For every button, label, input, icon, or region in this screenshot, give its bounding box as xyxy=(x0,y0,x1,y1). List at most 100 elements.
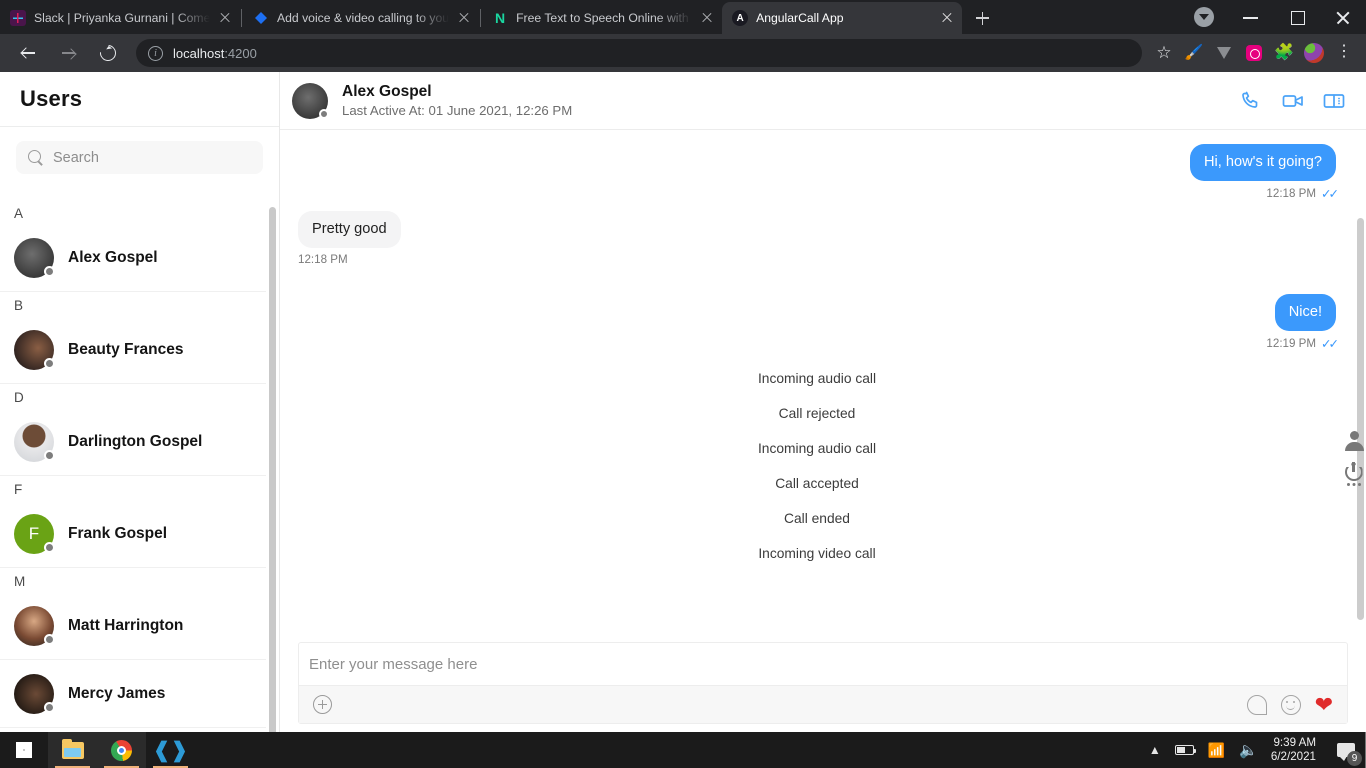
message-list[interactable]: Hi, how's it going? 12:18 PM ✓✓ Pretty g… xyxy=(280,130,1366,642)
person-icon[interactable] xyxy=(1343,430,1365,452)
sidebar-header: Users xyxy=(0,72,279,127)
chrome-menu-icon[interactable]: ⋮ xyxy=(1330,39,1358,67)
message-meta: 12:19 PM ✓✓ xyxy=(1266,336,1339,351)
heart-reaction-icon[interactable]: ❤ xyxy=(1315,693,1333,715)
forward-button[interactable] xyxy=(52,37,84,69)
maximize-icon[interactable] xyxy=(1274,0,1320,34)
list-item-label: Mercy James xyxy=(68,684,166,702)
list-item-label: Alex Gospel xyxy=(68,248,158,266)
sidebar-scrollbar[interactable] xyxy=(269,207,276,752)
group-letter: D xyxy=(14,390,24,405)
list-item[interactable]: F Frank Gospel xyxy=(0,500,266,568)
search-box[interactable] xyxy=(16,141,263,174)
browser-tab-angularcall[interactable]: AngularCall App xyxy=(722,2,963,34)
bookmark-star-icon[interactable]: ☆ xyxy=(1150,39,1178,67)
status-badge xyxy=(319,108,329,119)
list-item[interactable]: Mercy James xyxy=(0,660,266,728)
avatar xyxy=(14,673,55,714)
star-glyph: ☆ xyxy=(1156,43,1172,62)
reload-button[interactable] xyxy=(92,37,124,69)
new-tab-button[interactable] xyxy=(968,4,996,32)
list-item[interactable]: Alex Gospel xyxy=(0,224,266,292)
group-letter: M xyxy=(14,574,26,589)
arrow-right-icon xyxy=(61,46,75,60)
file-explorer-icon[interactable] xyxy=(48,732,97,768)
sidebar-scroll-thumb[interactable] xyxy=(269,207,276,752)
system-tray: ▲ 📶 🔈 9:39 AM 6/2/2021 9 xyxy=(1142,732,1366,768)
avatar: F xyxy=(14,513,55,554)
list-item[interactable]: Beauty Frances xyxy=(0,316,266,384)
message-bubble[interactable]: Nice! xyxy=(1274,294,1336,331)
close-icon[interactable] xyxy=(698,9,716,27)
avatar xyxy=(14,421,55,462)
wifi-icon[interactable]: 📶 xyxy=(1201,732,1232,768)
emoji-icon[interactable] xyxy=(1280,694,1301,715)
windows-taskbar: ❰❱ ▲ 📶 🔈 9:39 AM 6/2/2021 9 xyxy=(0,732,1366,768)
arrow-left-icon xyxy=(21,46,35,60)
v-glyph xyxy=(1217,47,1231,59)
screen-recorder-icon[interactable] xyxy=(1240,39,1268,67)
avatar-glyph xyxy=(1304,43,1324,63)
volume-icon[interactable]: 🔈 xyxy=(1232,732,1265,768)
list-item[interactable]: Matt Harrington xyxy=(0,592,266,660)
browser-tab-slack[interactable]: Slack | Priyanka Gurnani | CometC xyxy=(0,2,240,34)
minimize-icon[interactable] xyxy=(1228,0,1274,34)
window-controls xyxy=(1180,0,1366,34)
list-item-label: Darlington Gospel xyxy=(68,432,203,450)
chat-pane: Alex Gospel Last Active At: 01 June 2021… xyxy=(280,72,1366,732)
profile-avatar-icon[interactable] xyxy=(1300,39,1328,67)
vscode-glyph: ❰❱ xyxy=(152,738,189,762)
avatar xyxy=(292,82,329,119)
system-message: Call rejected xyxy=(778,406,856,421)
read-receipt-icon: ✓✓ xyxy=(1321,337,1339,351)
message-time: 12:18 PM xyxy=(1266,187,1317,200)
video-call-icon[interactable] xyxy=(1281,89,1305,113)
message-bubble[interactable]: Pretty good xyxy=(298,211,401,248)
sticker-icon[interactable] xyxy=(1246,694,1267,715)
google-chrome-icon[interactable] xyxy=(97,732,146,768)
message-row: Nice! 12:19 PM ✓✓ xyxy=(298,294,1339,351)
clock[interactable]: 9:39 AM 6/2/2021 xyxy=(1265,736,1326,764)
notta-icon: N xyxy=(495,10,506,26)
close-icon[interactable] xyxy=(938,9,956,27)
message-bubble[interactable]: Hi, how's it going? xyxy=(1190,144,1336,181)
chrome-glyph xyxy=(111,739,132,761)
vimeo-icon[interactable] xyxy=(1210,39,1238,67)
close-icon[interactable] xyxy=(216,9,234,27)
clock-time: 9:39 AM xyxy=(1273,736,1316,749)
close-icon[interactable] xyxy=(1320,0,1366,34)
site-info-icon[interactable] xyxy=(148,45,163,61)
avatar xyxy=(14,237,55,278)
attach-plus-icon[interactable] xyxy=(313,695,332,714)
battery-icon[interactable] xyxy=(1168,732,1201,768)
search-input[interactable] xyxy=(53,149,251,166)
vscode-icon[interactable]: ❰❱ xyxy=(146,732,195,768)
chat-right-rail xyxy=(1340,130,1366,732)
composer-right-icons: ❤ xyxy=(1246,693,1333,715)
close-icon[interactable] xyxy=(455,9,473,27)
details-panel-icon[interactable] xyxy=(1322,89,1346,113)
group-letter: A xyxy=(14,206,24,221)
message-input[interactable] xyxy=(309,655,1337,673)
tab-divider xyxy=(480,9,482,27)
chat-scrollbar[interactable] xyxy=(1357,218,1364,620)
puzzle-glyph: 🧩 xyxy=(1274,44,1294,61)
toolbar-icons: ☆ 🖌️ 🧩 ⋮ xyxy=(1150,39,1358,67)
address-bar[interactable]: localhost:4200 xyxy=(136,39,1142,67)
pipette-glyph: 🖌️ xyxy=(1184,44,1204,61)
power-icon[interactable] xyxy=(1343,461,1365,487)
extensions-puzzle-icon[interactable]: 🧩 xyxy=(1270,39,1298,67)
browser-tab-notta[interactable]: N Free Text to Speech Online with N xyxy=(482,2,722,34)
notifications-icon[interactable]: 9 xyxy=(1326,732,1366,768)
system-message: Incoming video call xyxy=(758,546,876,561)
update-icon[interactable] xyxy=(1194,7,1214,27)
start-button[interactable] xyxy=(0,732,48,768)
chevron-up-icon[interactable]: ▲ xyxy=(1142,732,1168,768)
back-button[interactable] xyxy=(12,37,44,69)
eyedropper-icon[interactable]: 🖌️ xyxy=(1180,39,1208,67)
browser-tab-cometchat[interactable]: Add voice & video calling to you xyxy=(243,2,479,34)
user-list[interactable]: A Alex Gospel B Beauty Frances D Darling… xyxy=(0,200,280,732)
list-item[interactable]: Darlington Gospel xyxy=(0,408,266,476)
system-message: Call accepted xyxy=(775,476,859,491)
audio-call-icon[interactable] xyxy=(1240,89,1264,113)
